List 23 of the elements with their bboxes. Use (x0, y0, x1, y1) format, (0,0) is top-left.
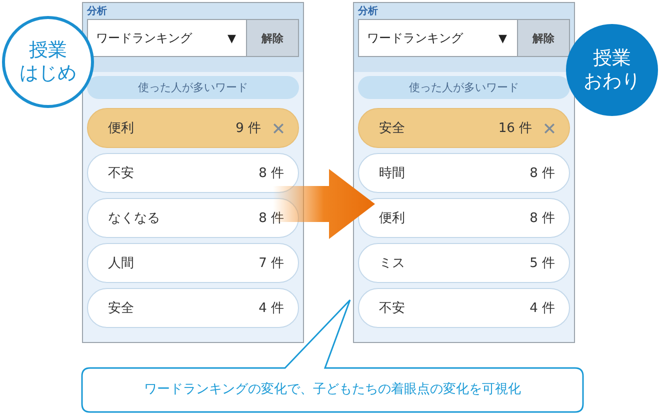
word-item[interactable]: 安全 16 件 (358, 108, 570, 148)
list-heading: 使った人が多いワード (358, 76, 570, 99)
lesson-badge: 授業 おわり (566, 24, 658, 116)
ranking-dropdown[interactable]: ワードランキング ▼ (358, 19, 518, 57)
word-item[interactable]: 安全 4 件 (87, 288, 299, 328)
word-item[interactable]: 便利 8 件 (358, 198, 570, 238)
ranking-dropdown[interactable]: ワードランキング ▼ (87, 19, 247, 57)
callout-text: ワードランキングの変化で、子どもたちの着眼点の変化を可視化 (143, 381, 522, 398)
clear-button[interactable]: 解除 (247, 19, 299, 57)
clear-button[interactable]: 解除 (518, 19, 570, 57)
section-label: 分析 (86, 4, 108, 18)
remove-icon[interactable] (544, 122, 555, 134)
list-heading: 使った人が多いワード (87, 76, 299, 99)
word-item[interactable]: 時間 8 件 (358, 153, 570, 193)
remove-icon[interactable] (273, 122, 284, 134)
word-item[interactable]: 便利 9 件 (87, 108, 299, 148)
word-item[interactable]: 不安 4 件 (358, 288, 570, 328)
word-item[interactable]: ミス 5 件 (358, 243, 570, 283)
lesson-badge: 授業 はじめ (2, 16, 94, 108)
word-item[interactable]: 不安 8 件 (87, 153, 299, 193)
word-item[interactable]: なくなる 8 件 (87, 198, 299, 238)
section-label: 分析 (356, 4, 379, 18)
word-item[interactable]: 人間 7 件 (87, 243, 299, 283)
